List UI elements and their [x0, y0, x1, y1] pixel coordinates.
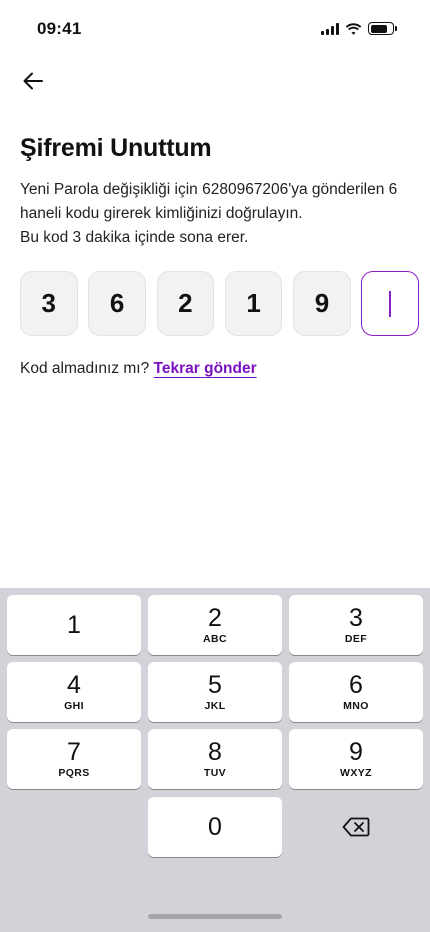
key-5[interactable]: 5 JKL: [148, 662, 282, 722]
key-6[interactable]: 6 MNO: [289, 662, 423, 722]
otp-digit-1[interactable]: 3: [20, 271, 78, 336]
key-digit: 4: [67, 671, 81, 699]
otp-digit-4[interactable]: 1: [224, 271, 283, 336]
battery-icon: [368, 22, 397, 35]
key-9[interactable]: 9 WXYZ: [289, 729, 423, 789]
resend-prompt: Kod almadınız mı?: [20, 360, 150, 377]
cellular-signal-icon: [321, 22, 339, 35]
key-letters: WXYZ: [340, 767, 372, 779]
key-letters: ABC: [203, 633, 227, 645]
back-button[interactable]: [18, 66, 48, 96]
key-letters: TUV: [203, 767, 227, 779]
text-cursor: [389, 290, 392, 317]
instruction-line: Yeni Parola değişikliği için 6280967206'…: [20, 181, 398, 222]
arrow-left-icon: [23, 72, 43, 90]
status-icons: [321, 22, 397, 35]
key-digit: 8: [208, 738, 222, 766]
key-digit: 3: [349, 604, 363, 632]
status-bar: 09:41: [0, 0, 430, 60]
resend-link[interactable]: Tekrar gönder: [154, 360, 257, 377]
key-letters: JKL: [204, 700, 226, 712]
home-indicator: [148, 914, 282, 919]
otp-digit-3[interactable]: 2: [156, 271, 215, 336]
delete-key[interactable]: [289, 797, 423, 857]
key-letters: PQRS: [58, 767, 90, 779]
key-3[interactable]: 3 DEF: [289, 595, 423, 655]
key-1[interactable]: 1: [7, 595, 141, 655]
key-digit: 1: [67, 611, 81, 639]
status-time: 09:41: [37, 19, 82, 38]
otp-digit-6[interactable]: [361, 271, 419, 336]
otp-input-group: 3 6 2 1 9: [20, 271, 419, 336]
key-letters: GHI: [64, 700, 84, 712]
key-digit: 7: [67, 738, 81, 766]
key-digit: 6: [349, 671, 363, 699]
key-digit: 5: [208, 671, 222, 699]
otp-digit-2[interactable]: 6: [88, 271, 146, 336]
backspace-icon: [342, 817, 370, 837]
page-title: Şifremi Unuttum: [20, 134, 212, 162]
key-letters: MNO: [343, 700, 369, 712]
key-digit: 9: [349, 738, 363, 766]
expiry-note: Bu kod 3 dakika içinde sona erer.: [20, 229, 249, 246]
instruction-text: Yeni Parola değişikliği için 6280967206'…: [20, 178, 415, 250]
resend-row: Kod almadınız mı? Tekrar gönder: [20, 360, 257, 378]
key-8[interactable]: 8 TUV: [148, 729, 282, 789]
key-0[interactable]: 0: [148, 797, 282, 857]
key-7[interactable]: 7 PQRS: [7, 729, 141, 789]
key-letters: DEF: [344, 633, 368, 645]
numeric-keyboard: 1 2 ABC 3 DEF 4 GHI 5 JKL 6 MNO 7 PQRS 8…: [0, 588, 430, 932]
key-digit: 2: [208, 604, 222, 632]
otp-digit-5[interactable]: 9: [293, 271, 351, 336]
wifi-icon: [345, 22, 362, 35]
key-2[interactable]: 2 ABC: [148, 595, 282, 655]
key-4[interactable]: 4 GHI: [7, 662, 141, 722]
key-digit: 0: [208, 813, 222, 841]
